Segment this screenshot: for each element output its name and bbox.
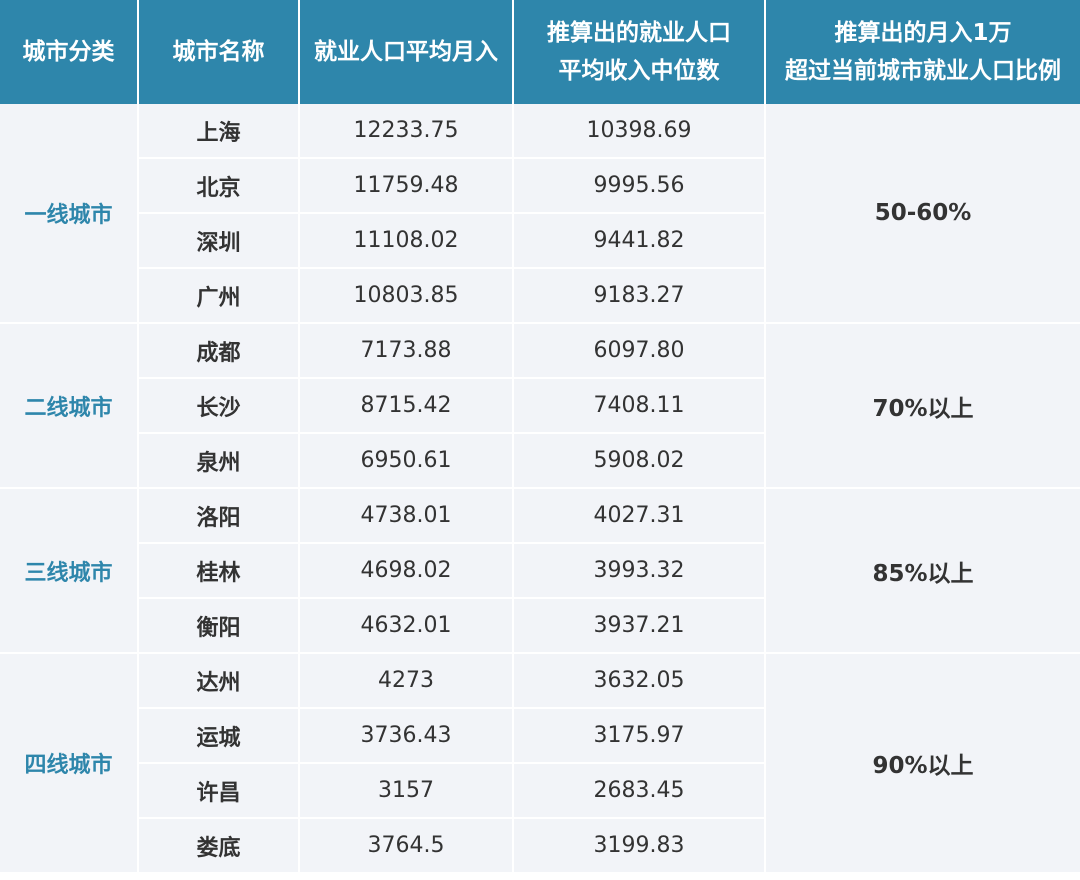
category-cell: 三线城市 <box>0 489 139 654</box>
avg-income-cell: 3157 <box>300 764 514 819</box>
table-header-row: 城市分类 城市名称 就业人口平均月入 推算出的就业人口 平均收入中位数 推算出的… <box>0 0 1080 104</box>
avg-income-cell: 4273 <box>300 654 514 709</box>
city-cell: 娄底 <box>139 819 300 874</box>
city-cell: 泉州 <box>139 434 300 489</box>
header-avg-income: 就业人口平均月入 <box>300 0 514 104</box>
median-income-cell: 3632.05 <box>514 654 766 709</box>
avg-income-cell: 11759.48 <box>300 159 514 214</box>
city-cell: 洛阳 <box>139 489 300 544</box>
median-income-cell: 6097.80 <box>514 324 766 379</box>
city-cell: 许昌 <box>139 764 300 819</box>
median-income-cell: 3199.83 <box>514 819 766 874</box>
header-ratio-line2: 超过当前城市就业人口比例 <box>785 58 1061 84</box>
header-ratio: 推算出的月入1万 超过当前城市就业人口比例 <box>766 0 1080 104</box>
header-median-income-line1: 推算出的就业人口 <box>547 20 731 46</box>
avg-income-cell: 4698.02 <box>300 544 514 599</box>
median-income-cell: 5908.02 <box>514 434 766 489</box>
median-income-cell: 9183.27 <box>514 269 766 324</box>
avg-income-cell: 4632.01 <box>300 599 514 654</box>
median-income-cell: 9995.56 <box>514 159 766 214</box>
avg-income-cell: 4738.01 <box>300 489 514 544</box>
avg-income-cell: 12233.75 <box>300 104 514 159</box>
city-cell: 北京 <box>139 159 300 214</box>
avg-income-cell: 6950.61 <box>300 434 514 489</box>
header-median-income-line2: 平均收入中位数 <box>558 58 720 84</box>
city-cell: 衡阳 <box>139 599 300 654</box>
city-cell: 运城 <box>139 709 300 764</box>
city-cell: 深圳 <box>139 214 300 269</box>
table-row: 一线城市 上海 12233.75 10398.69 50-60% <box>0 104 1080 324</box>
median-income-cell: 4027.31 <box>514 489 766 544</box>
income-table: 城市分类 城市名称 就业人口平均月入 推算出的就业人口 平均收入中位数 推算出的… <box>0 0 1080 874</box>
table-row: 三线城市 洛阳 4738.01 4027.31 85%以上 <box>0 489 1080 654</box>
city-cell: 上海 <box>139 104 300 159</box>
ratio-cell: 90%以上 <box>766 654 1080 874</box>
ratio-cell: 70%以上 <box>766 324 1080 489</box>
median-income-cell: 3937.21 <box>514 599 766 654</box>
median-income-cell: 3993.32 <box>514 544 766 599</box>
city-cell: 桂林 <box>139 544 300 599</box>
city-cell: 达州 <box>139 654 300 709</box>
category-cell: 四线城市 <box>0 654 139 874</box>
header-city: 城市名称 <box>139 0 300 104</box>
category-cell: 二线城市 <box>0 324 139 489</box>
avg-income-cell: 11108.02 <box>300 214 514 269</box>
avg-income-cell: 7173.88 <box>300 324 514 379</box>
median-income-cell: 2683.45 <box>514 764 766 819</box>
median-income-cell: 10398.69 <box>514 104 766 159</box>
ratio-cell: 50-60% <box>766 104 1080 324</box>
header-ratio-line1: 推算出的月入1万 <box>834 20 1012 46</box>
city-cell: 成都 <box>139 324 300 379</box>
table-body: 一线城市 上海 12233.75 10398.69 50-60% 北京 1175… <box>0 104 1080 874</box>
header-median-income: 推算出的就业人口 平均收入中位数 <box>514 0 766 104</box>
table-row: 二线城市 成都 7173.88 6097.80 70%以上 <box>0 324 1080 489</box>
ratio-cell: 85%以上 <box>766 489 1080 654</box>
header-category: 城市分类 <box>0 0 139 104</box>
avg-income-cell: 8715.42 <box>300 379 514 434</box>
city-cell: 长沙 <box>139 379 300 434</box>
avg-income-cell: 3764.5 <box>300 819 514 874</box>
avg-income-cell: 10803.85 <box>300 269 514 324</box>
category-cell: 一线城市 <box>0 104 139 324</box>
table-row: 四线城市 达州 4273 3632.05 90%以上 <box>0 654 1080 874</box>
median-income-cell: 7408.11 <box>514 379 766 434</box>
city-cell: 广州 <box>139 269 300 324</box>
avg-income-cell: 3736.43 <box>300 709 514 764</box>
median-income-cell: 9441.82 <box>514 214 766 269</box>
median-income-cell: 3175.97 <box>514 709 766 764</box>
